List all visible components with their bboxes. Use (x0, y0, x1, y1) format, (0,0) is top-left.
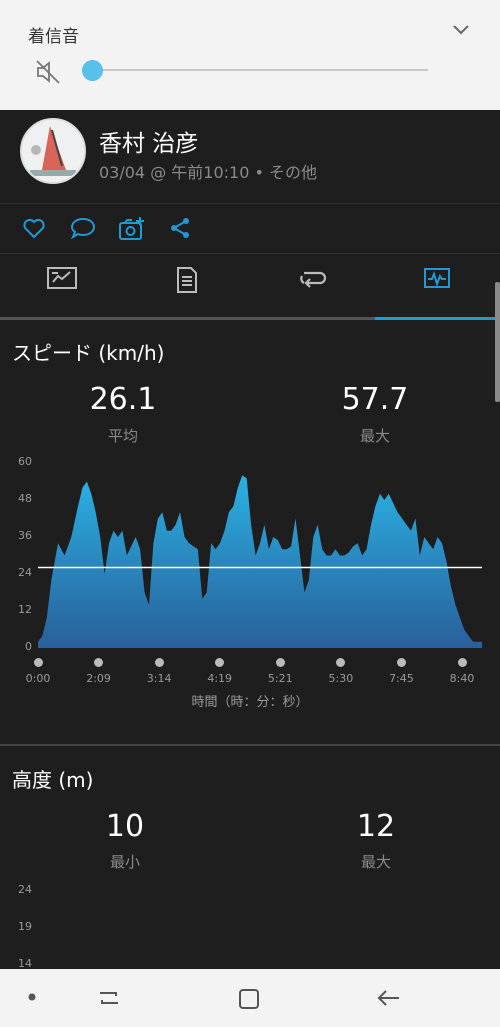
add-photo-icon[interactable] (118, 216, 146, 246)
volume-panel: 着信音 (0, 0, 500, 110)
tab-details-icon[interactable] (175, 266, 199, 298)
tab-summary-icon[interactable] (46, 266, 78, 296)
speed-max-value: 57.7 (341, 382, 409, 417)
share-icon[interactable] (168, 216, 192, 244)
tab-active-indicator (375, 317, 500, 320)
volume-slider-track[interactable] (92, 69, 428, 71)
speed-xtick-label: 2:09 (86, 672, 111, 685)
speed-xtick-marker[interactable] (275, 658, 285, 667)
speed-xtick-marker[interactable] (396, 658, 406, 667)
tab-charts-icon[interactable] (423, 266, 451, 296)
comment-icon[interactable] (70, 216, 96, 244)
speed-xtick-label: 7:45 (389, 672, 414, 685)
speed-xtick-label: 4:19 (207, 672, 233, 685)
altitude-max-label: 最大 (360, 853, 391, 871)
tab-laps-icon[interactable] (297, 266, 327, 296)
volume-panel-title: 着信音 (28, 27, 79, 47)
altitude-title: 高度 (m) (12, 768, 94, 792)
speed-xtick-marker[interactable] (457, 658, 467, 667)
scrollbar[interactable] (495, 282, 500, 402)
speed-xtick-marker[interactable] (154, 658, 164, 667)
home-icon[interactable] (237, 987, 261, 1015)
like-heart-icon[interactable] (22, 216, 46, 244)
activity-meta: 03/04 @ 午前10:10 • その他 (99, 163, 318, 182)
altitude-max-value: 12 (356, 809, 396, 844)
section-divider (0, 744, 500, 746)
speed-area-series (38, 475, 482, 648)
avatar[interactable] (20, 118, 86, 184)
altitude-ytick: 19 (18, 920, 32, 933)
nav-dot-icon[interactable] (24, 989, 40, 1009)
speed-avg-value: 26.1 (89, 382, 157, 417)
back-icon[interactable] (376, 987, 402, 1013)
chevron-down-icon[interactable] (451, 22, 471, 41)
speed-xtick-marker[interactable] (33, 658, 43, 667)
speed-xtick-marker[interactable] (94, 658, 104, 667)
altitude-min-label: 最小 (109, 853, 140, 871)
mute-speaker-icon[interactable] (34, 58, 62, 90)
user-name[interactable]: 香村 治彦 (99, 124, 198, 158)
speed-xtick-label: 0:00 (25, 672, 51, 685)
altitude-min-value: 10 (105, 809, 145, 844)
altitude-ytick: 24 (18, 883, 32, 896)
speed-chart (38, 475, 482, 648)
recent-apps-icon[interactable] (96, 987, 122, 1013)
speed-xtick-label: 3:14 (146, 672, 172, 685)
volume-slider-thumb[interactable] (82, 60, 103, 81)
speed-xtick-label: 5:21 (267, 672, 293, 685)
speed-title: スピード (km/h) (12, 341, 165, 365)
speed-axis-title: 時間（時：分：秒） (191, 695, 309, 710)
speed-xtick-label: 5:30 (328, 672, 354, 685)
speed-xtick-label: 8:40 (449, 672, 475, 685)
